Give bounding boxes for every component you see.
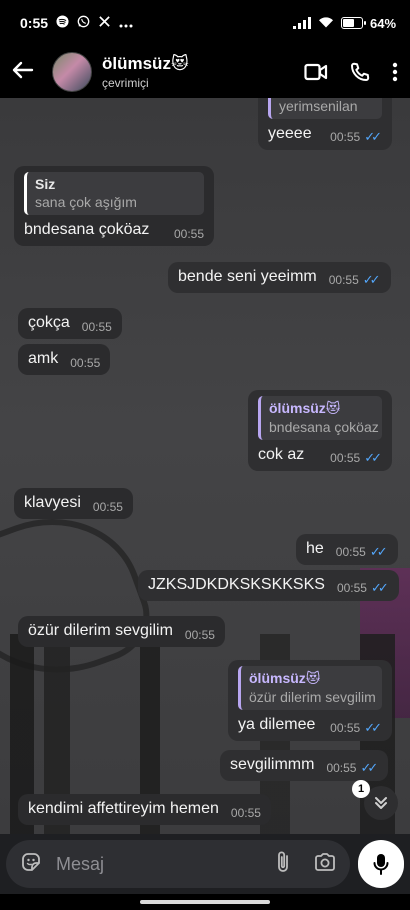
status-bar: 0:55 64% xyxy=(0,0,410,46)
whatsapp-icon xyxy=(77,15,90,31)
quote-author: ölümsüz😻 xyxy=(249,670,321,686)
battery-percent: 64% xyxy=(369,15,396,31)
reply-quote[interactable]: ölümsüz😻 bndesana çoköaz xyxy=(258,396,382,440)
message-bubble-incoming[interactable]: klavyesi 00:55 xyxy=(14,488,133,519)
mic-icon xyxy=(373,854,389,875)
message-bubble-outgoing[interactable]: yerimsenilan yeeee 00:55 ✓✓ xyxy=(258,98,392,150)
unread-count-badge: 1 xyxy=(352,780,370,798)
voice-call-icon[interactable] xyxy=(350,62,370,82)
status-time: 0:55 xyxy=(20,15,49,31)
message-time: 00:55 xyxy=(336,581,367,595)
message-text: ya dilemee xyxy=(238,716,316,733)
spotify-icon xyxy=(56,15,69,31)
message-text: özür dilerim sevgilim xyxy=(28,622,173,639)
quote-text: bndesana çoköaz xyxy=(269,419,379,435)
message-text: cok az xyxy=(258,446,305,463)
message-input[interactable]: Mesaj xyxy=(6,840,350,888)
message-text: sevgilimmm xyxy=(230,756,315,773)
sticker-icon[interactable] xyxy=(20,851,42,878)
message-bubble-incoming[interactable]: kendimi affettireyim hemen 00:55 xyxy=(18,794,271,825)
message-bubble-incoming[interactable]: çokça 00:55 xyxy=(18,308,122,339)
message-text: klavyesi xyxy=(24,494,81,511)
message-bubble-outgoing[interactable]: he 00:55 ✓✓ xyxy=(296,534,398,565)
quote-author: Siz xyxy=(35,176,56,192)
message-time: 00:55 xyxy=(328,273,359,287)
double-check-icon: ✓✓ xyxy=(364,450,382,465)
double-check-icon: ✓✓ xyxy=(370,580,389,595)
composer-bar: Mesaj xyxy=(0,834,410,894)
quote-text: özür dilerim sevgilim xyxy=(249,689,376,705)
back-arrow-icon[interactable] xyxy=(12,58,44,86)
message-bubble-outgoing[interactable]: sevgilimmm 00:55 ✓✓ xyxy=(220,750,389,781)
message-time: 00:55 xyxy=(330,451,361,465)
battery-icon xyxy=(340,17,366,29)
message-text: he xyxy=(306,540,324,557)
double-check-icon: ✓✓ xyxy=(360,760,378,775)
reply-quote[interactable]: ölümsüz😻 özür dilerim sevgilim xyxy=(238,666,382,710)
message-time: 00:55 xyxy=(326,761,357,775)
wifi-icon xyxy=(318,16,334,31)
double-check-icon: ✓✓ xyxy=(364,129,382,144)
home-indicator[interactable] xyxy=(140,900,270,904)
double-check-icon: ✓✓ xyxy=(364,720,382,735)
double-chevron-down-icon xyxy=(375,797,387,809)
message-time: 00:55 xyxy=(92,500,123,514)
message-time: 00:55 xyxy=(330,721,361,735)
message-text: yeeee xyxy=(268,125,312,142)
message-placeholder: Mesaj xyxy=(56,853,105,874)
message-time: 00:55 xyxy=(335,545,366,559)
video-call-icon[interactable] xyxy=(304,63,328,81)
contact-name: ölümsüz😻 xyxy=(102,54,189,73)
message-text: bende seni yeeimm xyxy=(178,268,317,285)
message-time: 00:55 xyxy=(184,628,215,642)
reply-quote[interactable]: yerimsenilan xyxy=(268,98,382,119)
message-bubble-incoming[interactable]: özür dilerim sevgilim 00:55 xyxy=(18,616,225,647)
signal-icon xyxy=(292,17,311,29)
chat-header: ölümsüz😻 çevrimiçi xyxy=(0,46,410,98)
message-bubble-incoming[interactable]: Siz sana çok aşığım bndesana çoköaz 00:5… xyxy=(14,166,214,246)
double-check-icon: ✓✓ xyxy=(369,544,388,559)
avatar[interactable] xyxy=(52,52,92,92)
quote-text: sana çok aşığım xyxy=(35,194,137,210)
chat-area[interactable]: yerimsenilan yeeee 00:55 ✓✓ Siz sana çok … xyxy=(0,98,410,834)
quote-author: ölümsüz😻 xyxy=(269,400,341,416)
message-text: bndesana çoköaz xyxy=(24,221,150,238)
reply-quote[interactable]: Siz sana çok aşığım xyxy=(24,172,204,215)
message-time: 00:55 xyxy=(330,130,361,144)
message-bubble-outgoing[interactable]: ölümsüz😻 özür dilerim sevgilim ya dileme… xyxy=(228,660,392,741)
contact-status: çevrimiçi xyxy=(102,76,149,90)
message-time: 00:55 xyxy=(173,227,204,241)
message-bubble-outgoing[interactable]: bende seni yeeimm 00:55 ✓✓ xyxy=(168,262,391,293)
gesture-navbar xyxy=(0,894,410,910)
attach-icon[interactable] xyxy=(276,850,290,879)
message-text: çokça xyxy=(28,314,70,331)
message-time: 00:55 xyxy=(230,806,261,820)
message-time: 00:55 xyxy=(70,356,101,370)
message-bubble-outgoing[interactable]: ölümsüz😻 bndesana çoköaz cok az 00:55 ✓✓ xyxy=(248,390,392,471)
message-text: JZKSJDKDKSKSKKSKS xyxy=(148,576,325,593)
x-icon xyxy=(98,15,111,31)
more-icon xyxy=(119,16,133,31)
quote-text: yerimsenilan xyxy=(279,98,358,114)
camera-icon[interactable] xyxy=(314,852,336,877)
message-text: kendimi affettireyim hemen xyxy=(28,800,219,817)
message-bubble-incoming[interactable]: amk 00:55 xyxy=(18,344,111,375)
menu-dots-icon[interactable] xyxy=(392,62,398,82)
mic-button[interactable] xyxy=(358,840,404,888)
contact-info[interactable]: ölümsüz😻 çevrimiçi xyxy=(102,54,189,90)
double-check-icon: ✓✓ xyxy=(362,272,381,287)
message-text: amk xyxy=(28,350,59,367)
message-time: 00:55 xyxy=(81,320,112,334)
message-bubble-outgoing[interactable]: JZKSJDKDKSKSKKSKS 00:55 ✓✓ xyxy=(138,570,399,601)
